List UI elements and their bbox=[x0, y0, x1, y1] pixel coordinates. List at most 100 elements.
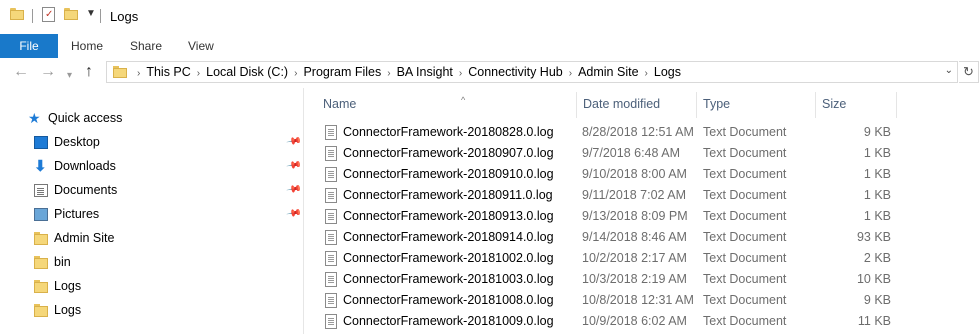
up-arrow-icon[interactable]: ↑ bbox=[85, 62, 93, 82]
file-name: ConnectorFramework-20181008.0.log bbox=[343, 293, 554, 307]
file-size: 10 KB bbox=[856, 272, 891, 286]
breadcrumb-this-pc[interactable]: This PC bbox=[146, 65, 190, 79]
column-header-type[interactable]: Type bbox=[703, 92, 730, 116]
quick-access-label: Quick access bbox=[48, 111, 123, 125]
file-row[interactable]: ConnectorFramework-20180910.0.log 9/10/2… bbox=[305, 164, 905, 185]
text-file-icon bbox=[325, 146, 337, 161]
column-divider[interactable] bbox=[896, 92, 897, 118]
downloads-icon: ⬇ bbox=[34, 158, 47, 175]
text-file-icon bbox=[325, 230, 337, 245]
nav-item-downloads[interactable]: ⬇ Downloads bbox=[34, 155, 304, 177]
file-size: 1 KB bbox=[863, 146, 891, 160]
tab-view[interactable]: View bbox=[188, 34, 214, 58]
file-row[interactable]: ConnectorFramework-20181003.0.log 10/3/2… bbox=[305, 269, 905, 290]
folder-icon bbox=[34, 304, 48, 317]
nav-item-label: bin bbox=[54, 255, 71, 269]
properties-icon[interactable]: ✓ bbox=[42, 7, 55, 22]
breadcrumb-chevron-icon[interactable]: › bbox=[453, 68, 468, 79]
column-header-date-modified[interactable]: Date modified bbox=[583, 92, 660, 116]
breadcrumb-admin-site[interactable]: Admin Site bbox=[578, 65, 638, 79]
file-row[interactable]: ConnectorFramework-20181009.0.log 10/9/2… bbox=[305, 311, 905, 332]
customize-toolbar-chevron-icon[interactable]: ▼ bbox=[86, 8, 96, 19]
back-arrow-icon[interactable]: ← bbox=[13, 62, 29, 82]
breadcrumb-program-files[interactable]: Program Files bbox=[303, 65, 381, 79]
breadcrumb-chevron-icon[interactable]: › bbox=[131, 68, 146, 79]
nav-item-logs[interactable]: Logs bbox=[34, 275, 284, 297]
file-row[interactable]: ConnectorFramework-20180914.0.log 9/14/2… bbox=[305, 227, 905, 248]
breadcrumb-chevron-icon[interactable]: › bbox=[381, 68, 396, 79]
file-row[interactable]: ConnectorFramework-20180907.0.log 9/7/20… bbox=[305, 143, 905, 164]
file-name: ConnectorFramework-20180914.0.log bbox=[343, 230, 554, 244]
file-name: ConnectorFramework-20181009.0.log bbox=[343, 314, 554, 328]
file-type: Text Document bbox=[703, 230, 787, 244]
address-bar[interactable]: › This PC › Local Disk (C:) › Program Files › B… bbox=[106, 61, 958, 83]
refresh-icon[interactable]: ↻ bbox=[959, 61, 979, 83]
column-divider[interactable] bbox=[576, 92, 577, 118]
toolbar-separator bbox=[100, 9, 101, 23]
column-header-name[interactable]: ^ Name bbox=[323, 92, 573, 116]
tab-file[interactable]: File bbox=[0, 34, 58, 58]
file-date: 10/3/2018 2:19 AM bbox=[582, 272, 687, 286]
breadcrumb-connectivity-hub[interactable]: Connectivity Hub bbox=[468, 65, 563, 79]
file-size: 9 KB bbox=[863, 125, 891, 139]
file-row[interactable]: ConnectorFramework-20181008.0.log 10/8/2… bbox=[305, 290, 905, 311]
nav-item-logs[interactable]: Logs bbox=[34, 299, 284, 321]
pictures-icon bbox=[34, 208, 48, 221]
new-folder-icon[interactable] bbox=[64, 8, 78, 20]
toolbar-separator bbox=[32, 9, 33, 23]
nav-item-label: Logs bbox=[54, 279, 82, 293]
column-divider[interactable] bbox=[696, 92, 697, 118]
breadcrumb-chevron-icon[interactable]: › bbox=[639, 68, 654, 79]
file-type: Text Document bbox=[703, 146, 787, 160]
file-row[interactable]: ConnectorFramework-20181002.0.log 10/2/2… bbox=[305, 248, 905, 269]
nav-item-pictures[interactable]: Pictures bbox=[34, 203, 304, 225]
file-type: Text Document bbox=[703, 314, 787, 328]
file-type: Text Document bbox=[703, 209, 787, 223]
sort-ascending-icon: ^ bbox=[461, 95, 466, 105]
text-file-icon bbox=[325, 167, 337, 182]
breadcrumb-local-disk[interactable]: Local Disk (C:) bbox=[206, 65, 288, 79]
breadcrumb-chevron-icon[interactable]: › bbox=[563, 68, 578, 79]
file-row[interactable]: ConnectorFramework-20180913.0.log 9/13/2… bbox=[305, 206, 905, 227]
breadcrumb-logs[interactable]: Logs bbox=[654, 65, 681, 79]
file-size: 2 KB bbox=[863, 251, 891, 265]
nav-item-admin-site[interactable]: Admin Site bbox=[34, 227, 284, 249]
file-type: Text Document bbox=[703, 272, 787, 286]
nav-item-label: Desktop bbox=[54, 135, 100, 149]
breadcrumb-chevron-icon[interactable]: › bbox=[288, 68, 303, 79]
folder-icon bbox=[34, 232, 48, 245]
text-file-icon bbox=[325, 272, 337, 287]
file-row[interactable]: ConnectorFramework-20180911.0.log 9/11/2… bbox=[305, 185, 905, 206]
breadcrumb-chevron-icon[interactable]: › bbox=[191, 68, 206, 79]
nav-item-bin[interactable]: bin bbox=[34, 251, 284, 273]
file-size: 1 KB bbox=[863, 209, 891, 223]
column-header-size[interactable]: Size bbox=[822, 92, 846, 116]
desktop-icon bbox=[34, 136, 48, 149]
nav-item-label: Downloads bbox=[54, 159, 116, 173]
folder-icon[interactable] bbox=[10, 8, 24, 20]
file-size: 1 KB bbox=[863, 167, 891, 181]
nav-item-label: Documents bbox=[54, 183, 118, 197]
file-size: 11 KB bbox=[857, 314, 891, 328]
address-history-chevron-icon[interactable]: ⌄ bbox=[945, 65, 953, 76]
window-title: Logs bbox=[110, 9, 139, 24]
text-file-icon bbox=[325, 251, 337, 266]
recent-locations-chevron-icon[interactable]: ▾ bbox=[67, 66, 72, 86]
text-file-icon bbox=[325, 188, 337, 203]
forward-arrow-icon[interactable]: → bbox=[40, 62, 56, 82]
nav-item-desktop[interactable]: Desktop bbox=[34, 131, 304, 153]
breadcrumb-ba-insight[interactable]: BA Insight bbox=[397, 65, 453, 79]
column-divider[interactable] bbox=[815, 92, 816, 118]
ribbon-tabs: File Home Share View bbox=[0, 34, 979, 59]
pane-divider[interactable] bbox=[303, 88, 304, 334]
file-date: 9/14/2018 8:46 AM bbox=[582, 230, 687, 244]
column-header-label: Name bbox=[323, 97, 357, 111]
tab-share[interactable]: Share bbox=[130, 34, 162, 58]
folder-icon bbox=[34, 280, 48, 293]
file-type: Text Document bbox=[703, 251, 787, 265]
folder-icon bbox=[113, 66, 127, 78]
tab-home[interactable]: Home bbox=[71, 34, 103, 58]
nav-item-documents[interactable]: Documents bbox=[34, 179, 304, 201]
file-row[interactable]: ConnectorFramework-20180828.0.log 8/28/2… bbox=[305, 122, 905, 143]
file-name: ConnectorFramework-20180913.0.log bbox=[343, 209, 554, 223]
